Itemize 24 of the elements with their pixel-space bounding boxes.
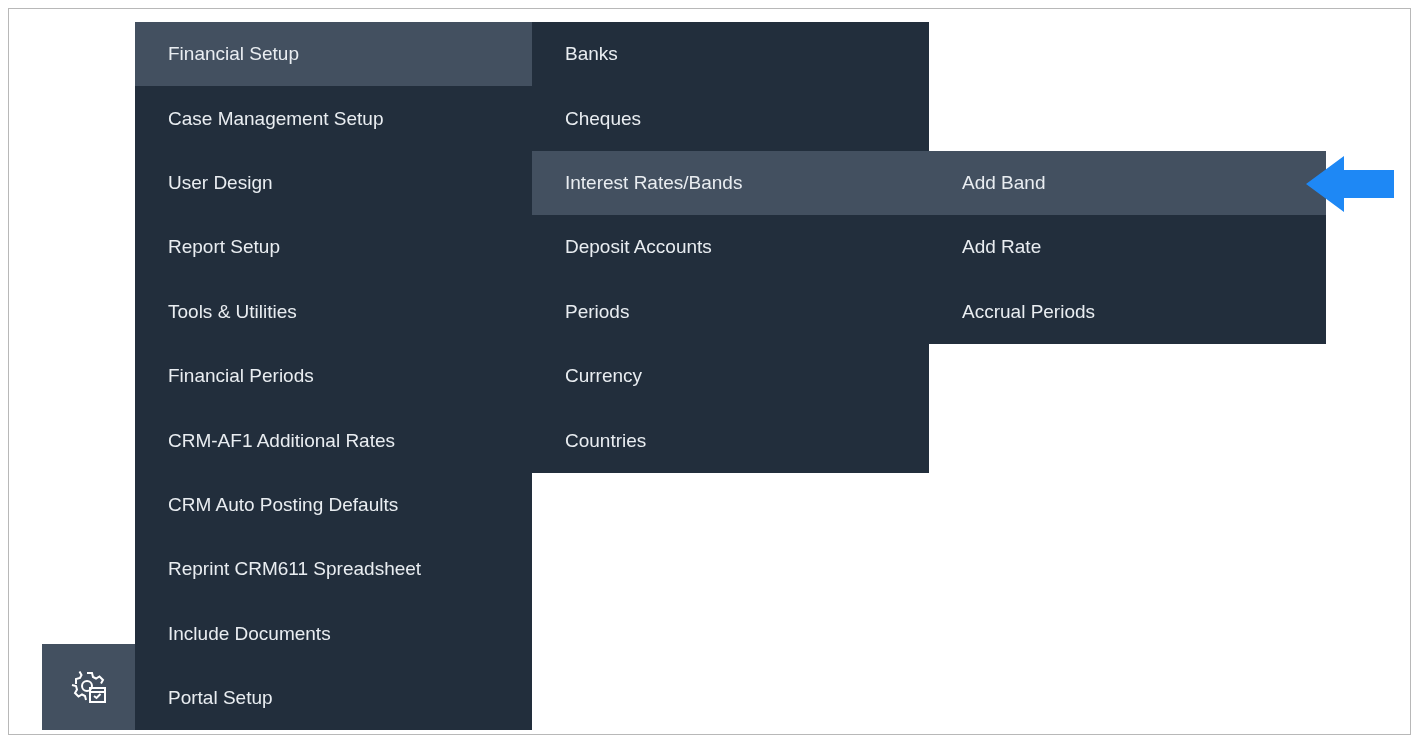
menu-item[interactable]: Add Rate — [929, 215, 1326, 280]
menu-item[interactable]: CRM Auto Posting Defaults — [135, 472, 532, 538]
menu-item[interactable]: Deposit Accounts — [532, 215, 929, 280]
menu-item[interactable]: Banks — [532, 22, 929, 87]
arrow-icon — [1306, 155, 1394, 212]
menu-item[interactable]: Periods — [532, 279, 929, 344]
menu-item[interactable]: Add Band — [929, 150, 1326, 216]
menu-item[interactable]: CRM-AF1 Additional Rates — [135, 408, 532, 473]
menu-item[interactable]: Tools & Utilities — [135, 279, 532, 344]
menu-item[interactable]: Countries — [532, 408, 929, 473]
settings-icon — [70, 670, 107, 704]
menu-item[interactable]: Financial Periods — [135, 343, 532, 409]
settings-button[interactable] — [42, 644, 135, 730]
menu-item[interactable]: Accrual Periods — [929, 279, 1326, 344]
menu-item[interactable]: Reprint CRM611 Spreadsheet — [135, 537, 532, 602]
menu-item[interactable]: User Design — [135, 150, 532, 216]
menu-item[interactable]: Portal Setup — [135, 665, 532, 731]
menu-item[interactable]: Report Setup — [135, 215, 532, 280]
menu-item[interactable]: Case Management Setup — [135, 86, 532, 151]
menu-item[interactable]: Cheques — [532, 86, 929, 151]
menu-item[interactable]: Currency — [532, 343, 929, 409]
menu-item[interactable]: Financial Setup — [135, 22, 532, 87]
menu-item[interactable]: Interest Rates/Bands — [532, 150, 929, 216]
menu-item[interactable]: Include Documents — [135, 601, 532, 666]
